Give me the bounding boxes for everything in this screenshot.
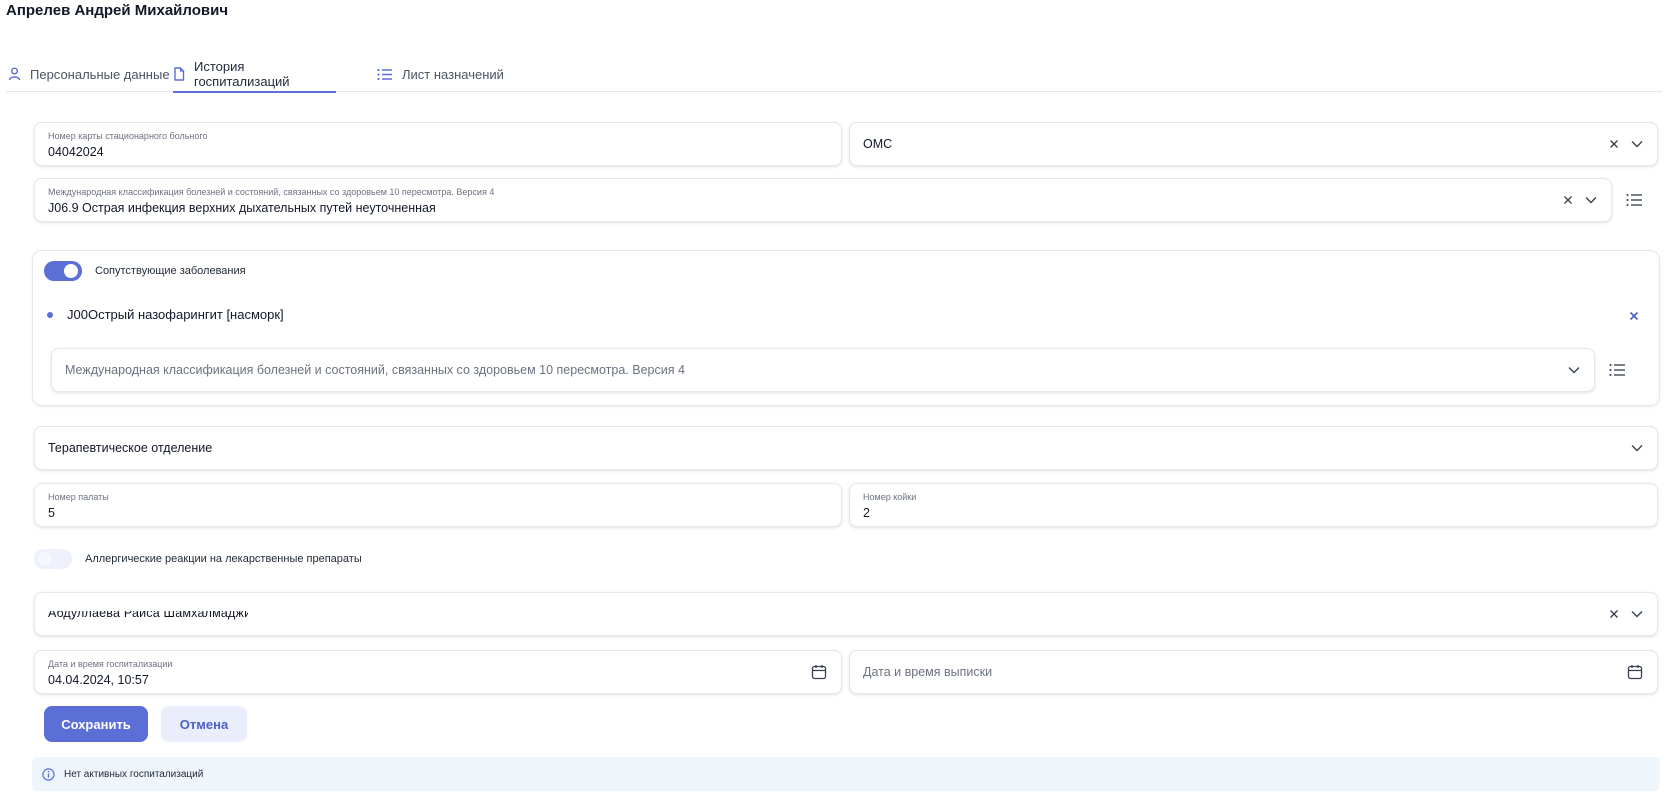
diagnosis-list-icon[interactable] [1626,193,1643,207]
active-tab-indicator [173,91,336,93]
cancel-button[interactable]: Отмена [161,706,247,742]
remove-comorbidity-icon[interactable] [1629,311,1639,321]
chevron-down-icon[interactable] [1568,366,1580,374]
ward-value: 5 [48,506,55,520]
tab-label: Лист назначений [402,66,504,82]
tab-prescriptions[interactable]: Лист назначений [377,56,504,92]
patient-name: Апрелев Андрей Михайлович [6,2,229,19]
chevron-down-icon[interactable] [1631,610,1643,618]
list-bullet [47,312,53,318]
tab-hospitalization-history[interactable]: История госпитализаций [173,56,336,93]
card-number-field[interactable]: Номер карты стационарного больного 04042… [34,122,842,166]
bed-label: Номер койки [863,492,917,502]
chevron-down-icon[interactable] [1631,140,1643,148]
chevron-down-icon[interactable] [1631,444,1643,452]
bed-value: 2 [863,506,870,520]
clear-icon[interactable] [1609,139,1619,149]
diagnosis-select[interactable]: Международная классификация болезней и с… [34,178,1612,222]
document-icon [173,67,194,81]
diagnosis-label: Международная классификация болезней и с… [48,187,495,197]
insurance-value: ОМС [863,137,893,151]
doctor-value-clip: Абдуллаева Раиса Шамхалмаджиевна [48,611,248,621]
doctor-value: Абдуллаева Раиса Шамхалмаджиевна [48,611,248,620]
diagnosis-value: J06.9 Острая инфекция верхних дыхательны… [48,201,436,215]
comorbidity-item: J00Острый назофарингит [насморк] [67,307,284,322]
tab-label: Персональные данные [30,66,170,82]
info-banner: Нет активных госпитализаций [32,757,1660,791]
department-value: Терапевтическое отделение [48,441,213,455]
insurance-select[interactable]: ОМС [849,122,1658,166]
info-text: Нет активных госпитализаций [64,768,204,780]
comorbidities-toggle[interactable] [44,261,82,281]
calendar-icon[interactable] [1627,664,1643,680]
bed-number-field[interactable]: Номер койки 2 [849,483,1658,527]
discharge-placeholder: Дата и время выписки [863,665,993,679]
clear-icon[interactable] [1563,195,1573,205]
comorbidities-card: Сопутствующие заболевания J00Острый назо… [32,250,1660,406]
chevron-down-icon[interactable] [1585,196,1597,204]
comorbidities-toggle-label: Сопутствующие заболевания [95,265,246,277]
doctor-select[interactable]: Абдуллаева Раиса Шамхалмаджиевна [34,592,1658,636]
ward-label: Номер палаты [48,492,109,502]
comorbidity-select[interactable]: Международная классификация болезней и с… [51,348,1595,392]
comorbidity-placeholder: Международная классификация болезней и с… [65,363,685,377]
discharge-date-field[interactable]: Дата и время выписки [849,650,1658,694]
info-icon [42,767,55,781]
calendar-icon[interactable] [811,664,827,680]
clear-icon[interactable] [1609,609,1619,619]
ward-number-field[interactable]: Номер палаты 5 [34,483,842,527]
card-number-label: Номер карты стационарного больного [48,131,208,141]
comorbidity-list-icon[interactable] [1609,363,1626,377]
tab-bar: Персональные данные История госпитализац… [6,56,1662,93]
user-icon [8,67,30,81]
admission-date-field[interactable]: Дата и время госпитализации 04.04.2024, … [34,650,842,694]
allergy-toggle-label: Аллергические реакции на лекарственные п… [85,553,362,565]
department-select[interactable]: Терапевтическое отделение [34,426,1658,470]
list-icon [377,68,402,81]
admission-label: Дата и время госпитализации [48,659,173,669]
tab-personal-data[interactable]: Персональные данные [8,56,170,92]
card-number-value: 04042024 [48,145,104,159]
admission-value: 04.04.2024, 10:57 [48,673,149,687]
tab-label: История госпитализаций [194,59,290,89]
allergy-toggle[interactable] [34,549,72,569]
save-button[interactable]: Сохранить [44,706,148,742]
